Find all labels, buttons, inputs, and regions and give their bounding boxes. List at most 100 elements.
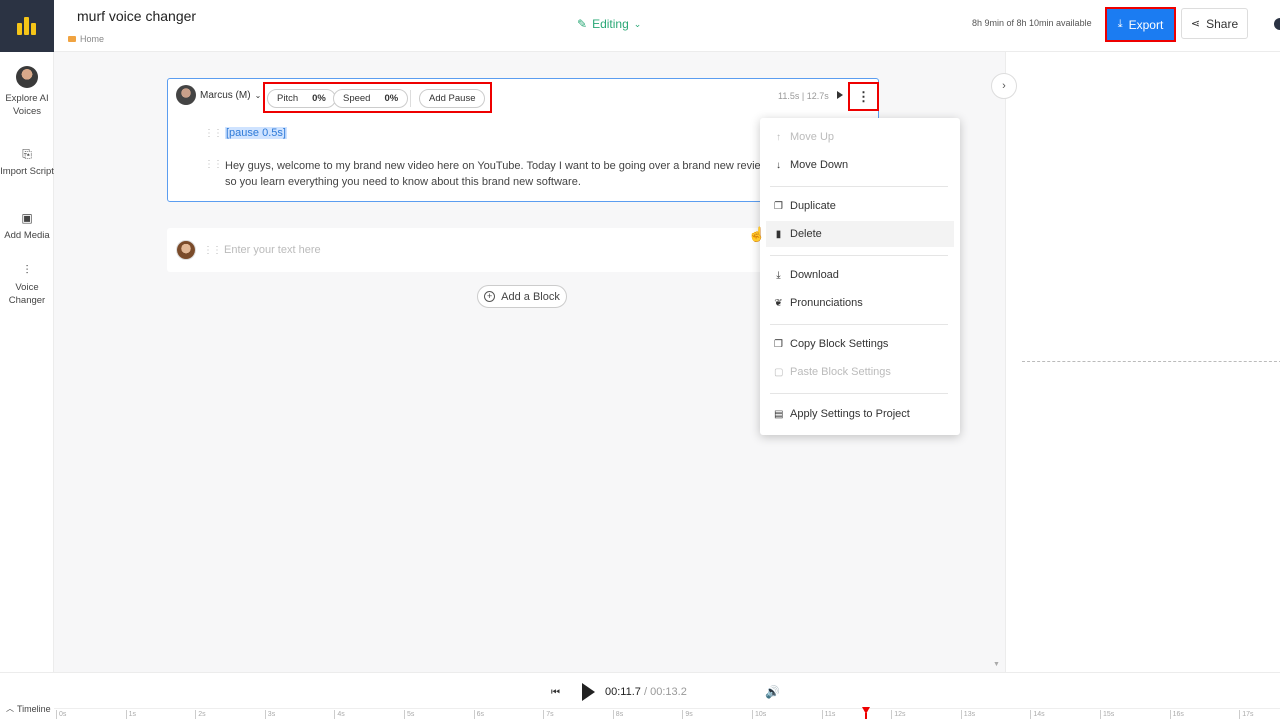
account-avatar[interactable] bbox=[1274, 18, 1280, 30]
menu-item-label: Pronunciations bbox=[790, 297, 863, 309]
current-time: 00:11.7 bbox=[605, 686, 641, 698]
collapse-panel-button[interactable]: › bbox=[991, 73, 1017, 99]
voice-avatar[interactable] bbox=[176, 240, 196, 260]
drag-handle-icon[interactable]: ⋮⋮ bbox=[203, 245, 222, 256]
skip-back-icon[interactable]: ⏮ bbox=[551, 687, 560, 698]
menu-item-label: Download bbox=[790, 269, 839, 281]
availability-text: 8h 9min of 8h 10min available bbox=[972, 18, 1092, 28]
breadcrumb[interactable]: Home bbox=[68, 34, 104, 44]
block-duration: 11.5s | 12.7s bbox=[778, 91, 829, 101]
voice-controls-highlight: Pitch 0% Speed 0% Add Pause bbox=[263, 82, 492, 113]
pitch-label: Pitch bbox=[277, 93, 299, 104]
menu-item-move-up[interactable]: ↑ Move Up bbox=[760, 124, 960, 150]
arrow-down-icon: ↓ bbox=[776, 159, 781, 171]
scroll-down-icon[interactable]: ▼ bbox=[993, 661, 1000, 668]
add-pause-button[interactable]: Add Pause bbox=[419, 89, 486, 108]
new-block[interactable]: ⋮⋮ Enter your text here bbox=[167, 228, 797, 272]
export-label: Export bbox=[1128, 17, 1164, 32]
menu-item-label: Paste Block Settings bbox=[790, 366, 891, 378]
share-button[interactable]: ⋖ Share bbox=[1181, 8, 1248, 39]
waveform-placeholder bbox=[1022, 361, 1280, 362]
ruler-tick: 10s bbox=[752, 710, 766, 719]
drag-handle-icon[interactable]: ⋮⋮ bbox=[204, 128, 223, 139]
speed-value: 0% bbox=[384, 93, 399, 104]
add-pause-label: Add Pause bbox=[429, 93, 476, 104]
ruler-tick: 14s bbox=[1030, 710, 1045, 719]
top-bar: murf voice changer Home ✎ Editing ⌄ 8h 9… bbox=[0, 0, 1280, 52]
timeline-ruler[interactable]: 0s 1s 2s 3s 4s 5s 6s 7s 8s 9s 10s 11s 12s 13s 14s 15s 16… bbox=[54, 708, 1280, 719]
menu-item-label: Duplicate bbox=[790, 200, 836, 212]
download-icon: ⤓ bbox=[776, 269, 781, 281]
ruler-tick: 4s bbox=[334, 710, 345, 719]
sidebar-item-label: Explore AI Voices bbox=[5, 93, 49, 117]
speed-label: Speed bbox=[343, 93, 371, 104]
voice-changer-icon: ⫶ bbox=[25, 263, 29, 277]
import-script-icon: ⎘ bbox=[22, 147, 32, 161]
sidebar-item-voice-changer[interactable]: ⫶ Voice Changer bbox=[0, 264, 54, 307]
menu-divider bbox=[770, 324, 948, 325]
ruler-tick: 11s bbox=[821, 710, 835, 719]
menu-item-duplicate[interactable]: ❐ Duplicate bbox=[760, 193, 960, 219]
speed-control[interactable]: Speed 0% bbox=[333, 89, 409, 108]
add-block-label: Add a Block bbox=[501, 290, 560, 303]
ruler-tick: 6s bbox=[473, 710, 484, 719]
preview-panel bbox=[1005, 52, 1280, 672]
menu-item-delete[interactable]: ▮ Delete bbox=[766, 221, 954, 247]
more-options-button[interactable]: ⋮ bbox=[848, 82, 879, 111]
mode-dropdown[interactable]: ✎ Editing ⌄ bbox=[577, 17, 641, 31]
export-button[interactable]: ⤓ Export bbox=[1105, 7, 1176, 42]
timeline-toggle[interactable]: ︿ Timeline bbox=[6, 703, 51, 714]
sidebar-item-label: Add Media bbox=[4, 230, 50, 241]
drag-handle-icon[interactable]: ⋮⋮ bbox=[204, 159, 223, 170]
trash-icon: ▮ bbox=[775, 228, 782, 240]
ruler-tick: 8s bbox=[612, 710, 623, 719]
ruler-tick: 13s bbox=[960, 710, 975, 719]
project-title[interactable]: murf voice changer bbox=[77, 8, 196, 24]
menu-item-label: Apply Settings to Project bbox=[790, 408, 910, 420]
menu-divider bbox=[770, 255, 948, 256]
menu-divider bbox=[770, 393, 948, 394]
ruler-tick: 7s bbox=[543, 710, 554, 719]
pause-tag[interactable]: [pause 0.5s] bbox=[225, 127, 287, 139]
script-text[interactable]: Hey guys, welcome to my brand new video … bbox=[225, 158, 785, 190]
sidebar-item-explore-voices[interactable]: Explore AI Voices bbox=[0, 66, 54, 118]
divider bbox=[410, 90, 411, 107]
menu-divider bbox=[770, 186, 948, 187]
add-block-button[interactable]: + Add a Block bbox=[477, 285, 567, 308]
menu-item-pronunciations[interactable]: ❦ Pronunciations bbox=[760, 290, 960, 316]
voice-selector[interactable]: Marcus (M) ⌄ bbox=[176, 85, 261, 105]
menu-item-copy-settings[interactable]: ❐ Copy Block Settings bbox=[760, 331, 960, 357]
ruler-tick: 17s bbox=[1239, 710, 1253, 719]
menu-item-label: Copy Block Settings bbox=[790, 338, 889, 350]
kebab-icon: ⋮ bbox=[857, 88, 870, 104]
ruler-tick: 5s bbox=[404, 710, 414, 719]
menu-item-paste-settings[interactable]: ▢ Paste Block Settings bbox=[760, 359, 960, 385]
menu-item-download[interactable]: ⤓ Download bbox=[760, 262, 960, 288]
player-bar: ︿ Timeline ⏮ 00:11.7 / 00:13.2 🔊 0s 1s 2s 3… bbox=[0, 672, 1280, 719]
folder-icon bbox=[68, 36, 76, 42]
murf-logo[interactable] bbox=[0, 0, 54, 52]
pronunciation-icon: ❦ bbox=[774, 297, 783, 309]
menu-item-apply-settings[interactable]: ▤ Apply Settings to Project bbox=[760, 401, 960, 427]
chevron-right-icon: › bbox=[1002, 80, 1006, 92]
sidebar-item-label: Import Script bbox=[0, 166, 54, 177]
pitch-control[interactable]: Pitch 0% bbox=[267, 89, 336, 108]
voice-name: Marcus (M) bbox=[200, 89, 251, 101]
apply-settings-icon: ▤ bbox=[774, 408, 784, 420]
play-button[interactable] bbox=[582, 683, 595, 701]
plus-circle-icon: + bbox=[484, 291, 496, 302]
breadcrumb-home[interactable]: Home bbox=[80, 34, 104, 44]
timeline-label: Timeline bbox=[17, 703, 51, 714]
block-options-menu: ↑ Move Up ↓ Move Down ❐ Duplicate ▮ Dele… bbox=[760, 118, 960, 435]
pencil-icon: ✎ bbox=[577, 17, 588, 31]
chevron-up-icon: ︿ bbox=[6, 704, 14, 713]
volume-icon[interactable]: 🔊 bbox=[765, 685, 780, 699]
sidebar-item-import-script[interactable]: ⎘ Import Script bbox=[0, 148, 54, 178]
total-time: / 00:13.2 bbox=[644, 686, 687, 698]
play-block-icon[interactable] bbox=[837, 91, 843, 99]
menu-item-move-down[interactable]: ↓ Move Down bbox=[760, 152, 960, 178]
menu-item-label: Delete bbox=[790, 228, 822, 240]
ruler-tick: 3s bbox=[264, 710, 275, 719]
sidebar-item-add-media[interactable]: ▣ Add Media bbox=[0, 212, 54, 242]
new-block-input[interactable]: Enter your text here bbox=[224, 244, 321, 256]
